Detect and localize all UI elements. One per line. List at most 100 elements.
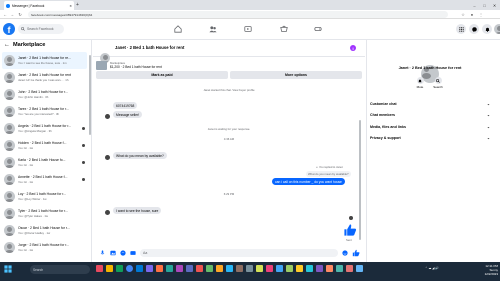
sticker-icon[interactable] [120,250,126,256]
message-bubble[interactable]: I want to see the house, sure [113,207,162,214]
message-bubble[interactable]: Message seller! [113,111,143,118]
conversation-item[interactable]: Tyler · 2 Bed 1 bath House for r... You: … [2,205,87,222]
conversation-item[interactable]: Karla · 2 Bed 1 bath House fo... You: Hi … [2,154,87,171]
mark-as-paid-button[interactable]: Mark as paid [96,71,228,79]
taskbar-app-icon[interactable] [276,265,283,272]
taskbar-app-icon[interactable] [306,265,313,272]
conversation-item[interactable]: Jorge · 2 Bed 1 bath House for r... You: … [2,239,87,256]
chevron-down-icon: ⌄ [486,113,490,117]
chat-members-row[interactable]: Chat members ⌄ [370,110,490,120]
conversation-item[interactable]: Oscar · 2 Bed 1 bath House for r... You: … [2,222,87,239]
windows-start-icon[interactable] [4,265,12,273]
message-bubble-out[interactable]: can i call on this number _ do you want … [272,178,345,185]
gif-icon[interactable] [130,250,136,256]
listing-thumbnail[interactable] [96,61,107,70]
taskbar-app-icon[interactable] [286,265,293,272]
conversation-preview: You: @Loy Winter · 1w [18,197,47,201]
taskbar-app-icon[interactable] [216,265,223,272]
menu-grid-icon[interactable] [456,24,466,34]
address-bar[interactable]: facebook.com/messages/t/8947914816(0)34 [28,11,448,18]
mic-icon[interactable] [100,250,105,256]
taskbar-app-icon[interactable] [186,265,193,272]
more-options-button[interactable]: More options [230,71,362,79]
star-icon[interactable]: ☆ [460,11,466,17]
quoted-message[interactable]: What do you mean by available? [306,171,351,177]
conversation-item[interactable]: Janet · 2 Bed 1 bath House for re... You:… [2,52,87,69]
info-icon[interactable]: i [350,45,356,51]
taskbar-app-icon[interactable] [256,265,263,272]
close-window-button[interactable]: ✕ [490,0,499,10]
notifications-bell-icon[interactable] [482,24,492,34]
chat-scrollbar[interactable] [359,120,361,240]
conversation-item[interactable]: Angela · 2 Bed 1 bath House for r... You:… [2,120,87,137]
marketplace-icon[interactable] [279,24,289,34]
maximize-button[interactable]: □ [480,0,489,10]
account-avatar[interactable] [494,24,500,34]
profile-icon[interactable]: ● [469,11,475,17]
chat-title[interactable]: Janet · 2 Bed 1 bath House for rent [115,45,184,50]
media-files-row[interactable]: Media, files and links ⌄ [370,122,490,132]
back-arrow-icon[interactable]: ← [4,42,10,48]
taskbar-app-icon[interactable] [266,265,273,272]
taskbar-app-icon[interactable] [146,265,153,272]
conversation-item[interactable]: Tarex · 2 Bed 1 bath House for r... You: … [2,103,87,120]
extensions-icon[interactable]: ⋮ [478,11,484,17]
taskbar-search[interactable]: Search [30,265,90,274]
conversation-item[interactable]: Annette · 2 Bed 1 bath House f... You: Hi… [2,171,87,188]
mute-label: Mute [416,85,424,89]
taskbar-app-icon[interactable] [356,265,363,272]
conversation-item[interactable]: Holden · 2 Bed 1 bath House f... You: Hi … [2,137,87,154]
message-bubble[interactable]: 6074419768 [113,102,138,109]
search-conversation-button[interactable]: Search [430,77,446,89]
home-icon[interactable] [173,24,183,34]
facebook-search[interactable]: Search Facebook [18,24,64,34]
thumbs-up-sticker-icon[interactable] [343,223,357,237]
taskbar-app-icon[interactable] [166,265,173,272]
mute-button[interactable]: Mute [412,77,428,89]
tab-close-icon[interactable]: ✕ [69,4,72,8]
taskbar-app-icon[interactable] [96,265,103,272]
edge-icon[interactable] [136,265,143,272]
message-input[interactable]: Aa [140,249,338,257]
sidebar-scrollbar[interactable] [89,55,91,135]
conversation-item[interactable]: Loy · 2 Bed 1 bath House for r... You: @L… [2,188,87,205]
taskbar-app-icon[interactable] [296,265,303,272]
customize-chat-row[interactable]: Customize chat ⌄ [370,99,490,109]
taskbar-app-icon[interactable] [326,265,333,272]
taskbar-app-icon[interactable] [316,265,323,272]
emoji-icon[interactable] [342,250,348,256]
taskbar-app-icon[interactable] [196,265,203,272]
watch-icon[interactable] [243,24,253,34]
back-icon[interactable]: ← [2,11,8,17]
friends-icon[interactable] [208,24,218,34]
conversation-item[interactable]: John · 2 Bed 1 bath House for r... You: @… [2,86,87,103]
message-bubble[interactable]: What do you mean by available? [113,152,167,159]
taskbar-app-icon[interactable] [346,265,353,272]
taskbar-app-icon[interactable] [206,265,213,272]
taskbar-app-icon[interactable] [246,265,253,272]
reload-icon[interactable]: ↻ [17,11,23,17]
facebook-logo-icon[interactable]: f [3,23,15,35]
taskbar-app-icon[interactable] [336,265,343,272]
chrome-icon[interactable] [126,265,133,272]
minimize-button[interactable]: – [470,0,479,10]
file-explorer-icon[interactable] [106,265,113,272]
browser-tab[interactable]: Messenger | Facebook ✕ [4,1,74,10]
taskbar-app-icon[interactable] [116,265,123,272]
like-send-icon[interactable] [352,249,360,257]
taskbar-app-icon[interactable] [176,265,183,272]
taskbar-clock[interactable]: 12:11 PM Sunny 12/2/2023 [458,264,498,276]
privacy-support-row[interactable]: Privacy & support ⌄ [370,133,490,143]
messenger-icon[interactable] [469,24,479,34]
listing-price[interactable]: $1,200 · 2 Bed 1 bath House for rent [110,65,162,69]
taskbar-app-icon[interactable] [226,265,233,272]
new-tab-button[interactable]: + [76,2,79,8]
taskbar-app-icon[interactable] [236,265,243,272]
forward-icon[interactable]: → [9,11,15,17]
image-icon[interactable] [110,250,116,256]
profile-name[interactable]: Janet · 2 Bed 1 bath House for rent [366,66,494,70]
taskbar-app-icon[interactable] [156,265,163,272]
tray-icons[interactable]: ⌃ ☁ ◢ 🔊 [425,266,439,270]
gaming-icon[interactable] [313,24,323,34]
conversation-item[interactable]: Janet · 2 Bed 1 bath House for rent Janet… [2,69,87,86]
